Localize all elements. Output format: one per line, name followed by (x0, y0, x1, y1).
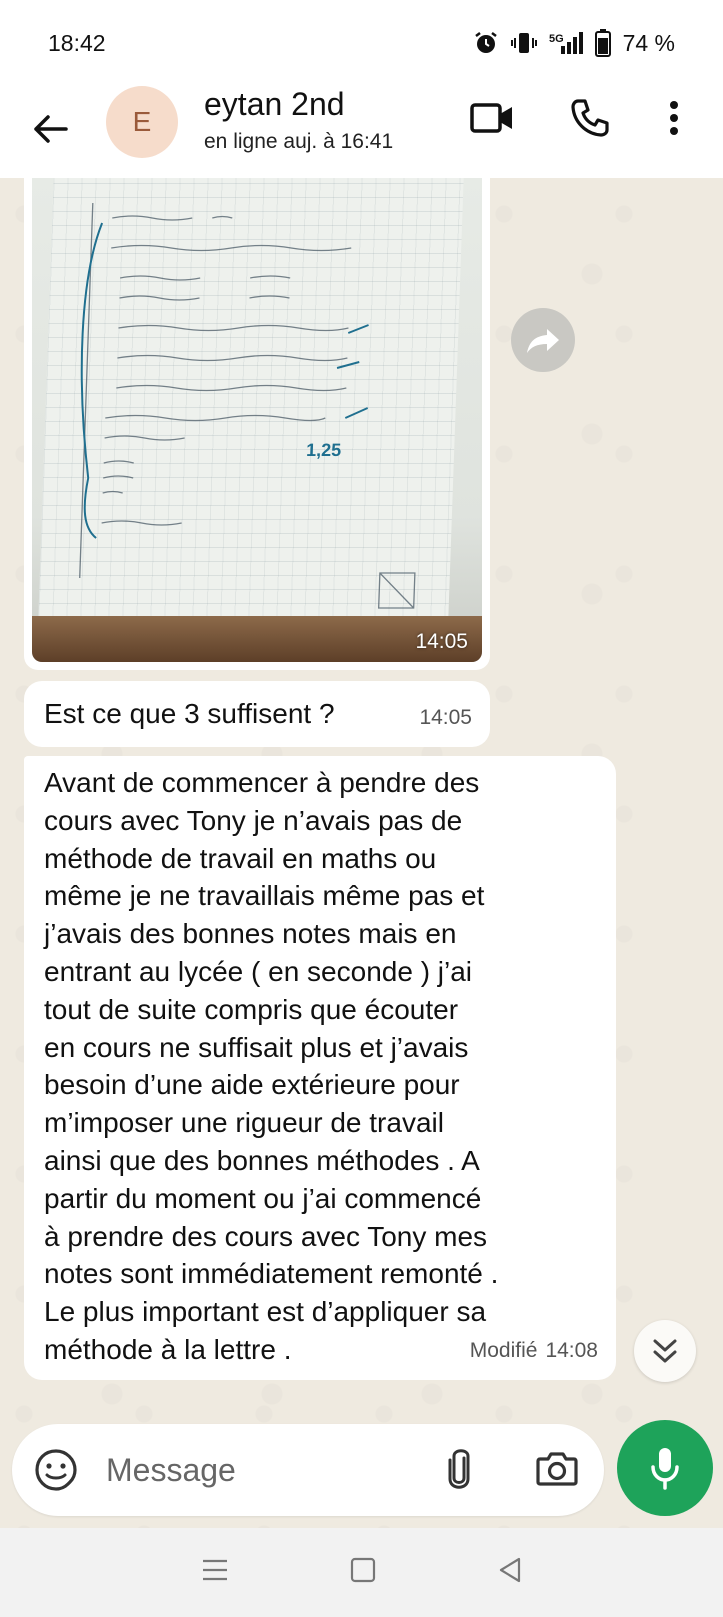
text-message[interactable]: Est ce que 3 suffisent ? 14:05 (24, 681, 490, 747)
status-time: 18:42 (48, 29, 106, 56)
more-vert-icon (670, 101, 678, 135)
status-icons: 5G 74 % (473, 29, 675, 57)
home-button[interactable] (350, 1557, 376, 1588)
svg-text:5G: 5G (549, 33, 564, 45)
battery-icon (594, 29, 611, 57)
alarm-icon (473, 30, 499, 56)
nav-back-button[interactable] (497, 1557, 523, 1588)
phone-icon (571, 99, 609, 137)
contact-name: eytan 2nd (204, 86, 345, 122)
message-composer (12, 1424, 604, 1516)
forward-button[interactable] (511, 308, 575, 372)
system-nav-bar (0, 1528, 723, 1617)
message-text: Avant de commencer à pendre des cours av… (44, 767, 499, 1365)
camera-icon (536, 1452, 578, 1486)
message-photo[interactable]: 1,25 14:05 (32, 178, 482, 662)
status-bar: 18:42 5G 74 % (0, 0, 723, 86)
sticker-icon (35, 1449, 77, 1491)
scroll-to-bottom-button[interactable] (634, 1320, 696, 1382)
notebook-page: 1,25 (38, 178, 464, 618)
message-text: Est ce que 3 suffisent ? (44, 698, 335, 729)
menu-icon (202, 1559, 227, 1581)
back-triangle-icon (499, 1557, 520, 1583)
vibrate-icon (510, 30, 537, 56)
forward-icon (527, 329, 559, 353)
text-message[interactable]: Avant de commencer à pendre des cours av… (24, 756, 616, 1380)
attach-button[interactable] (444, 1446, 474, 1497)
handwritten-grade: 1,25 (306, 440, 342, 460)
home-square-icon (350, 1557, 375, 1583)
contact-info[interactable]: E eytan 2nd en ligne auj. à 16:41 (0, 86, 420, 178)
message-input[interactable] (106, 1442, 426, 1498)
battery-level: 74 % (622, 29, 675, 56)
message-time: 14:08 (545, 1339, 598, 1363)
camera-button[interactable] (536, 1450, 578, 1491)
more-options-button[interactable] (668, 100, 680, 141)
message-time: 14:05 (415, 630, 468, 653)
video-call-button[interactable] (470, 100, 514, 141)
paperclip-icon (448, 1449, 470, 1489)
message-meta: Modifié 14:08 (470, 1332, 598, 1370)
avatar[interactable]: E (106, 86, 178, 158)
message-time: 14:05 (419, 706, 472, 730)
contact-status: en ligne auj. à 16:41 (204, 130, 394, 153)
double-chevron-down-icon (653, 1339, 677, 1363)
microphone-icon (651, 1448, 679, 1490)
voice-message-button[interactable] (617, 1420, 713, 1516)
video-call-icon (470, 103, 512, 133)
chat-header: E eytan 2nd en ligne auj. à 16:41 (0, 86, 723, 178)
edited-label: Modifié (469, 1339, 538, 1363)
signal-icon: 5G (549, 30, 583, 56)
phone-call-button[interactable] (570, 98, 610, 143)
recent-apps-button[interactable] (201, 1558, 229, 1587)
image-message[interactable]: 1,25 14:05 (24, 178, 490, 670)
emoji-button[interactable] (34, 1448, 78, 1497)
chat-area[interactable]: 1,25 14:05 Est ce que 3 suffisent ? 14:0… (0, 178, 723, 1528)
